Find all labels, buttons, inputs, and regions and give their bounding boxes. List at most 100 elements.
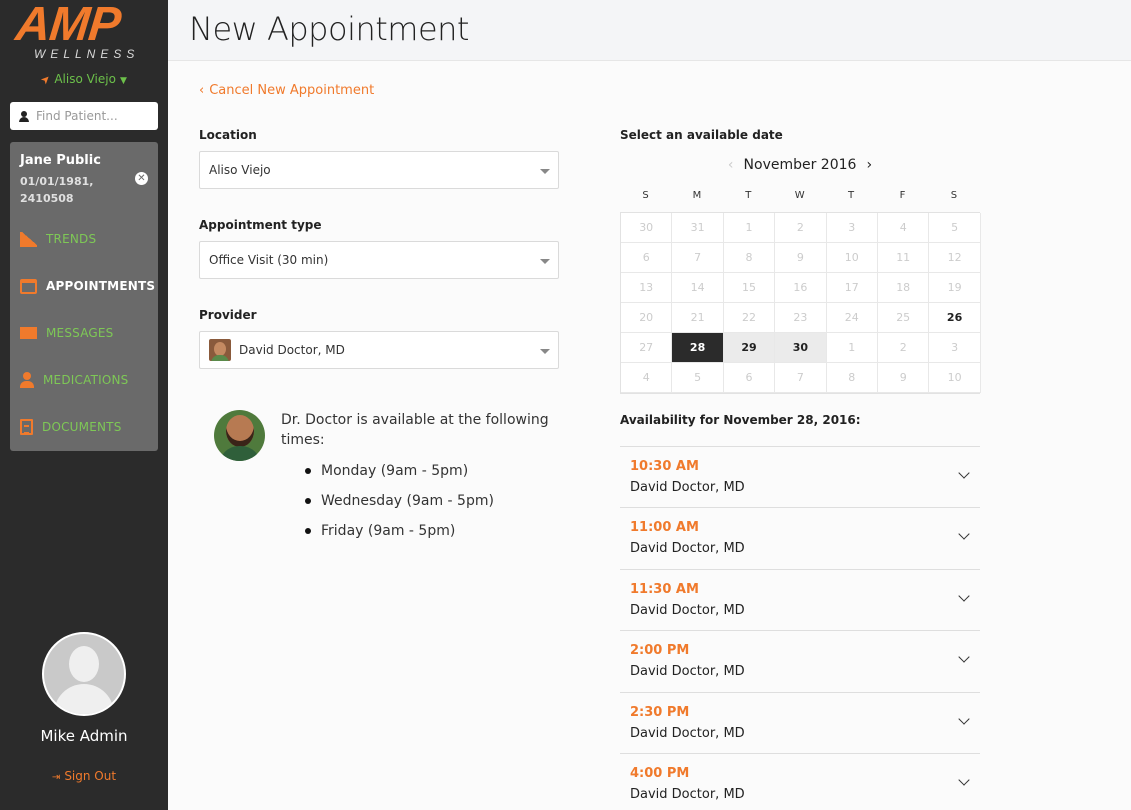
availability-days-list: Monday (9am - 5pm) Wednesday (9am - 5pm)… bbox=[305, 460, 494, 550]
time-slot[interactable]: 2:00 PM David Doctor, MD bbox=[620, 630, 980, 692]
chevron-right-icon[interactable]: › bbox=[866, 157, 872, 173]
calendar-month: November 2016 bbox=[743, 157, 857, 173]
nav-item-trends[interactable]: TRENDS bbox=[10, 224, 158, 254]
calendar-day: 1 bbox=[826, 333, 878, 363]
cancel-new-appointment-link[interactable]: ‹ Cancel New Appointment bbox=[199, 83, 374, 98]
time-slot[interactable]: 10:30 AM David Doctor, MD bbox=[620, 446, 980, 508]
user-name: Mike Admin bbox=[40, 727, 128, 745]
patient-panel: Jane Public 01/01/1981, 2410508 ✕ TRENDS… bbox=[10, 142, 158, 451]
time-slot[interactable]: 11:00 AM David Doctor, MD bbox=[620, 507, 980, 569]
calendar-day: 2 bbox=[878, 333, 930, 363]
logo-main: AMP bbox=[13, 0, 123, 51]
patient-name: Jane Public bbox=[20, 153, 101, 168]
slot-time: 11:00 AM bbox=[630, 520, 699, 536]
calendar-day: 6 bbox=[621, 243, 673, 273]
list-item: Wednesday (9am - 5pm) bbox=[305, 490, 494, 520]
calendar-day: 7 bbox=[775, 363, 827, 393]
location-select-value: Aliso Viejo bbox=[209, 163, 271, 177]
sign-out-label: Sign Out bbox=[64, 769, 117, 783]
location-select[interactable]: Aliso Viejo bbox=[199, 151, 559, 189]
slot-time: 11:30 AM bbox=[630, 581, 699, 597]
doctor-photo bbox=[214, 410, 265, 461]
location-switcher[interactable]: ➤Aliso Viejo ▼ bbox=[0, 72, 168, 88]
nav-item-label: TRENDS bbox=[46, 232, 97, 246]
time-slot[interactable]: 4:00 PM David Doctor, MD bbox=[620, 753, 980, 810]
chevron-down-icon[interactable] bbox=[958, 467, 970, 479]
chevron-down-icon[interactable] bbox=[958, 590, 970, 602]
nav-item-documents[interactable]: DOCUMENTS bbox=[10, 412, 158, 442]
slot-time: 2:30 PM bbox=[630, 704, 690, 720]
user-md-icon bbox=[20, 372, 34, 388]
calendar-day[interactable]: 26 bbox=[929, 303, 981, 333]
calendar-day[interactable]: 28 bbox=[672, 333, 724, 363]
time-slot[interactable]: 11:30 AM David Doctor, MD bbox=[620, 568, 980, 631]
slot-provider: David Doctor, MD bbox=[630, 787, 745, 802]
availability-intro: Dr. Doctor is available at the following… bbox=[281, 412, 549, 448]
weekday-label: T bbox=[745, 190, 752, 201]
calendar-day: 14 bbox=[672, 273, 724, 303]
envelope-icon bbox=[20, 327, 37, 339]
calendar-day: 4 bbox=[878, 213, 930, 243]
location-switcher-label: Aliso Viejo bbox=[54, 72, 116, 86]
chevron-left-icon[interactable]: ‹ bbox=[728, 157, 734, 173]
calendar-day: 25 bbox=[878, 303, 930, 333]
calendar-day: 8 bbox=[723, 243, 776, 273]
calendar-day[interactable]: 30 bbox=[775, 333, 827, 363]
slot-provider: David Doctor, MD bbox=[630, 664, 745, 680]
time-slot[interactable]: 2:30 PM David Doctor, MD bbox=[620, 691, 980, 754]
nav-item-messages[interactable]: MESSAGES bbox=[10, 318, 158, 348]
calendar-day: 15 bbox=[723, 273, 776, 303]
calendar-day: 9 bbox=[775, 243, 827, 273]
slot-provider: David Doctor, MD bbox=[630, 480, 745, 495]
calendar-day: 17 bbox=[826, 273, 878, 303]
calendar-day: 11 bbox=[878, 243, 930, 273]
availability-title: Availability for November 28, 2016: bbox=[620, 413, 861, 427]
calendar-day: 5 bbox=[672, 363, 724, 393]
provider-avatar bbox=[209, 339, 231, 361]
user-avatar[interactable] bbox=[42, 632, 126, 716]
calendar-day: 10 bbox=[929, 363, 981, 393]
page-header: New Appointment bbox=[168, 0, 1131, 61]
amp-wellness-logo[interactable]: AMP WELLNESS bbox=[0, 0, 168, 66]
nav-item-label: DOCUMENTS bbox=[42, 420, 122, 434]
appointment-type-select[interactable]: Office Visit (30 min) bbox=[199, 241, 559, 279]
sign-out-link[interactable]: ⇥ Sign Out bbox=[0, 769, 168, 783]
calendar-day: 31 bbox=[672, 213, 724, 243]
provider-label: Provider bbox=[199, 308, 257, 322]
calendar-day: 10 bbox=[826, 243, 878, 273]
sign-out-icon: ⇥ bbox=[51, 772, 61, 783]
logo-sub: WELLNESS bbox=[34, 47, 140, 61]
chevron-down-icon[interactable] bbox=[958, 774, 970, 786]
cancel-label: Cancel New Appointment bbox=[209, 83, 375, 98]
calendar-day: 9 bbox=[878, 363, 930, 393]
nav-item-medications[interactable]: MEDICATIONS bbox=[10, 365, 158, 395]
find-patient-input[interactable]: Find Patient... bbox=[10, 102, 158, 130]
nav-item-appointments[interactable]: APPOINTMENTS bbox=[10, 271, 158, 301]
calendar-label: Select an available date bbox=[620, 128, 783, 142]
chevron-down-icon[interactable] bbox=[958, 651, 970, 663]
provider-select-value: David Doctor, MD bbox=[239, 343, 345, 357]
calendar-day: 3 bbox=[929, 333, 981, 363]
chevron-down-icon[interactable] bbox=[958, 528, 970, 541]
weekday-label: S bbox=[642, 190, 649, 201]
chevron-left-icon: ‹ bbox=[199, 83, 205, 98]
list-item: Monday (9am - 5pm) bbox=[305, 460, 494, 490]
nav-item-label: MESSAGES bbox=[46, 326, 114, 340]
caret-down-icon bbox=[540, 169, 550, 174]
calendar-day: 19 bbox=[929, 273, 981, 303]
close-patient-icon[interactable]: ✕ bbox=[135, 172, 148, 185]
location-label: Location bbox=[199, 128, 257, 142]
calendar-day: 3 bbox=[826, 213, 878, 243]
patient-meta: 01/01/1981, 2410508 bbox=[20, 173, 93, 207]
calendar-day: 27 bbox=[621, 333, 673, 363]
patient-dob: 01/01/1981, bbox=[20, 175, 94, 188]
nav-item-label: MEDICATIONS bbox=[43, 373, 129, 387]
calendar-icon bbox=[20, 278, 37, 294]
slot-provider: David Doctor, MD bbox=[630, 541, 745, 557]
chevron-down-icon[interactable] bbox=[958, 712, 970, 725]
weekday-label: S bbox=[950, 190, 958, 201]
provider-select[interactable]: David Doctor, MD bbox=[199, 331, 559, 369]
weekday-label: F bbox=[899, 190, 906, 201]
calendar-day[interactable]: 29 bbox=[723, 333, 776, 363]
calendar-day: 13 bbox=[621, 273, 673, 303]
